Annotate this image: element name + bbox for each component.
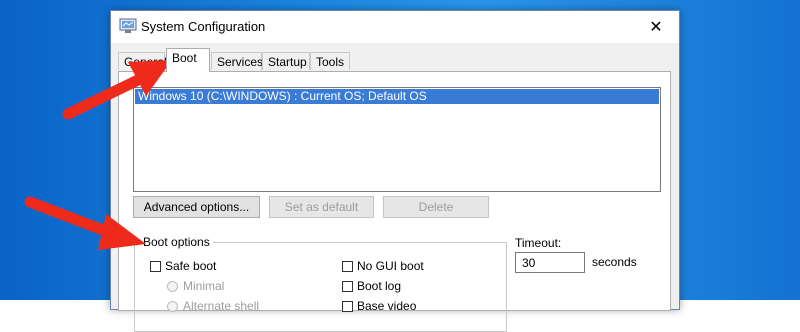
minimal-label: Minimal — [183, 279, 225, 293]
close-icon: ✕ — [649, 19, 663, 36]
timeout-input[interactable] — [515, 252, 585, 273]
seconds-label: seconds — [592, 255, 637, 269]
window-title: System Configuration — [141, 19, 266, 34]
safe-boot-label: Safe boot — [165, 259, 217, 273]
no-gui-boot-checkbox[interactable] — [342, 260, 353, 272]
no-gui-boot-label: No GUI boot — [357, 259, 424, 273]
minimal-radio[interactable] — [167, 280, 178, 292]
title-bar: System Configuration ✕ — [111, 11, 679, 43]
os-listbox[interactable]: Windows 10 (C:\WINDOWS) : Current OS; De… — [133, 87, 661, 192]
close-button[interactable]: ✕ — [633, 11, 679, 43]
delete-button[interactable]: Delete — [383, 196, 489, 218]
tab-services[interactable]: Services — [211, 52, 263, 70]
set-as-default-button[interactable]: Set as default — [269, 196, 374, 218]
boot-log-checkbox[interactable] — [342, 280, 353, 292]
tab-tools[interactable]: Tools — [310, 52, 350, 70]
base-video-option[interactable]: Base video — [342, 298, 416, 314]
safe-boot-checkbox[interactable] — [150, 260, 161, 272]
boot-options-label: Boot options — [140, 235, 213, 249]
timeout-label: Timeout: — [515, 236, 562, 250]
boot-options-group: Boot options Safe boot Minimal Alternate… — [134, 235, 507, 332]
tab-boot[interactable]: Boot — [166, 48, 210, 72]
tab-startup[interactable]: Startup — [262, 52, 310, 70]
no-gui-boot-option[interactable]: No GUI boot — [342, 258, 424, 274]
alternate-shell-label: Alternate shell — [183, 299, 260, 313]
alternate-shell-radio[interactable] — [167, 300, 178, 312]
alternate-shell-option[interactable]: Alternate shell — [167, 298, 259, 314]
minimal-option[interactable]: Minimal — [167, 278, 224, 294]
boot-log-label: Boot log — [357, 279, 402, 293]
msconfig-app-icon — [119, 18, 137, 33]
base-video-label: Base video — [357, 299, 417, 313]
system-configuration-window: System Configuration ✕ General Boot Serv… — [110, 10, 680, 332]
tab-general[interactable]: General — [118, 52, 167, 70]
advanced-options-button[interactable]: Advanced options... — [133, 196, 260, 218]
boot-tab-panel: Windows 10 (C:\WINDOWS) : Current OS; De… — [118, 71, 671, 332]
base-video-checkbox[interactable] — [342, 300, 353, 312]
os-list-item[interactable]: Windows 10 (C:\WINDOWS) : Current OS; De… — [135, 89, 659, 104]
boot-log-option[interactable]: Boot log — [342, 278, 401, 294]
safe-boot-option[interactable]: Safe boot — [150, 258, 216, 274]
